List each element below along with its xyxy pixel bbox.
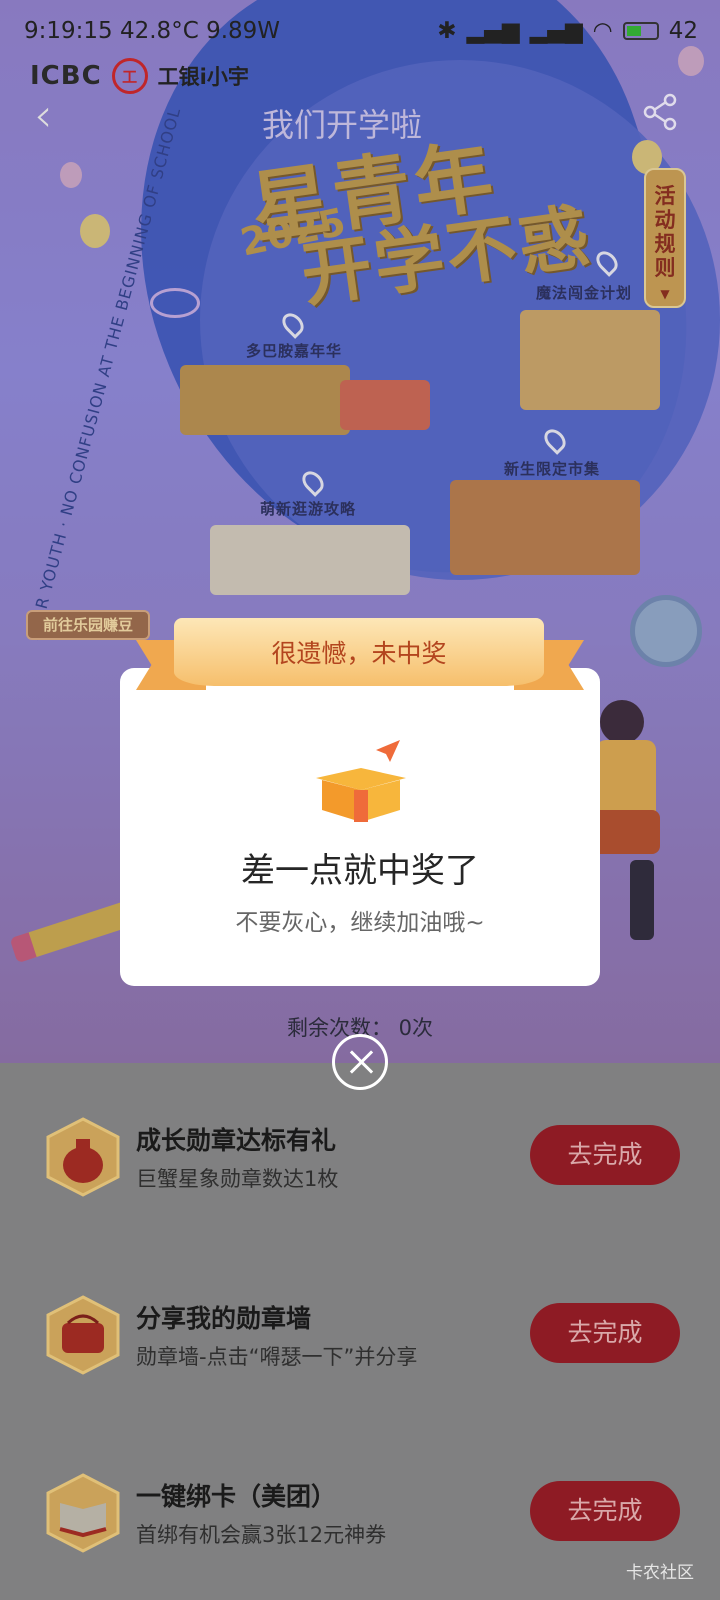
task-item: 分享我的勋章墙 勋章墙-点击“嘚瑟一下”并分享 去完成 xyxy=(0,1275,720,1405)
close-icon[interactable] xyxy=(332,1034,388,1090)
complete-button[interactable]: 去完成 xyxy=(530,1125,680,1185)
complete-button[interactable]: 去完成 xyxy=(530,1303,680,1363)
status-right: ✱ ▂▄▆ ▂▄▆ ◠ 42 xyxy=(437,18,698,44)
task-title: 一键绑卡（美团） xyxy=(136,1482,337,1511)
status-bar: 9:19:15 42.8°C 9.89W ✱ ▂▄▆ ▂▄▆ ◠ 42 xyxy=(0,0,720,62)
complete-button[interactable]: 去完成 xyxy=(530,1481,680,1541)
battery-icon xyxy=(622,22,659,40)
task-desc: 巨蟹星象勋章数达1枚 xyxy=(136,1167,339,1191)
brand-bar: ICBC 工 工银i小宇 xyxy=(30,58,249,94)
modal-ribbon: 很遗憾，未中奖 xyxy=(136,618,584,708)
modal-ribbon-text: 很遗憾，未中奖 xyxy=(271,639,447,668)
status-power: 9.89W xyxy=(206,18,281,44)
status-left: 9:19:15 42.8°C 9.89W xyxy=(24,18,280,44)
back-arrow-icon[interactable]: ‹ xyxy=(34,88,52,142)
share-icon[interactable] xyxy=(640,92,680,132)
bluetooth-icon: ✱ xyxy=(437,18,457,44)
book-icon xyxy=(46,1473,120,1553)
brand-logo-text: ICBC xyxy=(30,61,102,91)
task-title: 成长勋章达标有礼 xyxy=(136,1126,337,1155)
task-title: 分享我的勋章墙 xyxy=(136,1304,312,1333)
money-bag-icon xyxy=(46,1117,120,1197)
task-item: 成长勋章达标有礼 巨蟹星象勋章数达1枚 去完成 xyxy=(0,1097,720,1227)
gift-box-icon xyxy=(316,740,406,822)
modal-subtitle: 不要灰心，继续加油哦~ xyxy=(235,910,485,936)
status-time: 9:19:15 xyxy=(24,18,113,44)
watermark: 卡农社区 xyxy=(626,1563,694,1583)
modal-title: 差一点就中奖了 xyxy=(241,851,479,891)
wallet-icon xyxy=(46,1295,120,1375)
signal-icon: ▂▄▆ xyxy=(466,18,520,44)
result-modal xyxy=(120,668,600,986)
signal-icon-2: ▂▄▆ xyxy=(529,18,583,44)
status-temperature: 42.8°C xyxy=(119,18,199,44)
icbc-logo-icon: 工 xyxy=(111,58,148,94)
task-desc: 勋章墙-点击“嘚瑟一下”并分享 xyxy=(136,1345,418,1369)
battery-level: 42 xyxy=(668,18,698,44)
task-list: 成长勋章达标有礼 巨蟹星象勋章数达1枚 去完成 分享我的勋章墙 勋章墙-点击“嘚… xyxy=(0,1063,720,1600)
brand-name: 工银i小宇 xyxy=(157,65,249,89)
task-desc: 首绑有机会赢3张12元神券 xyxy=(136,1523,387,1547)
task-item: 一键绑卡（美团） 首绑有机会赢3张12元神券 去完成 xyxy=(0,1453,720,1583)
wifi-icon: ◠ xyxy=(592,18,613,44)
